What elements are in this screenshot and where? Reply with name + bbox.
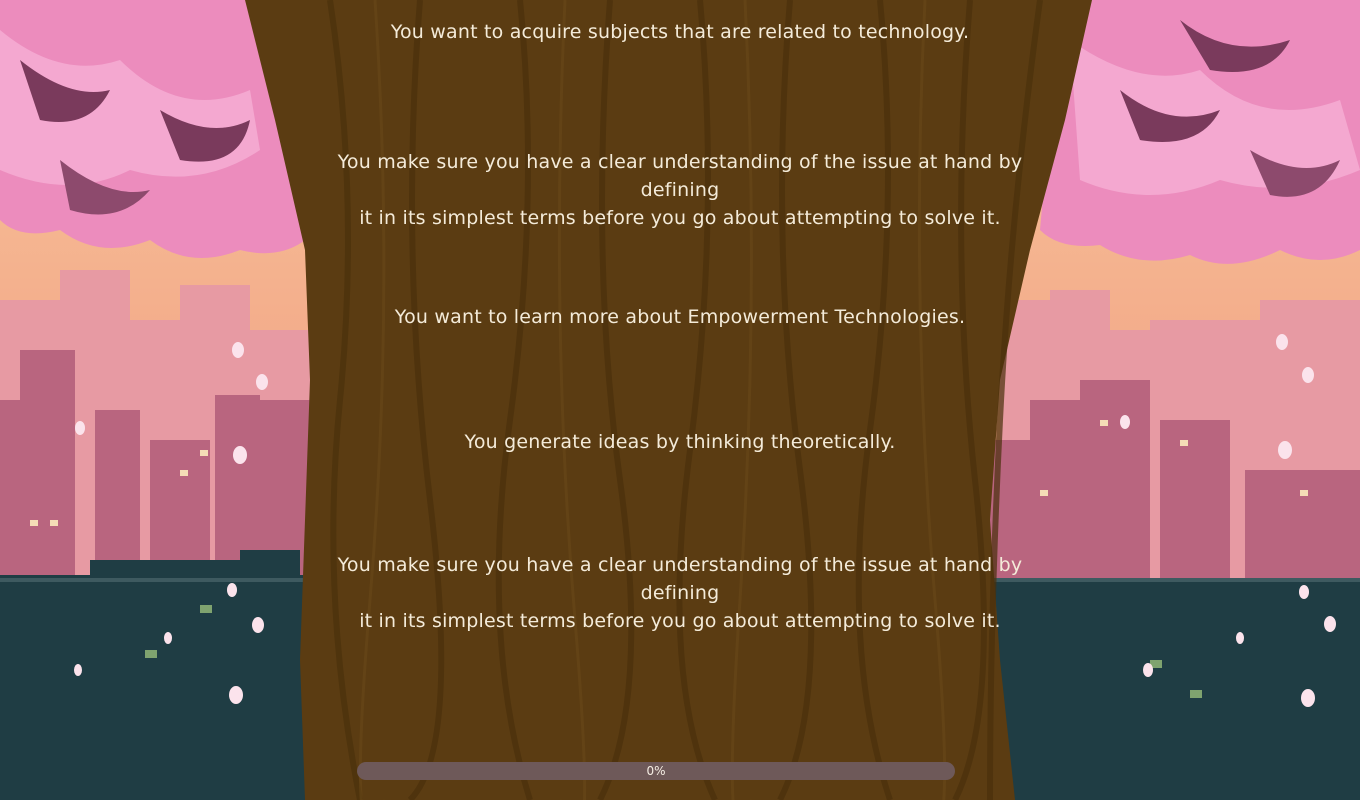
quiz-statement-list: You want to acquire subjects that are re… (300, 0, 1060, 800)
progress-bar: 0% (357, 762, 955, 780)
statement-text-line-1: You make sure you have a clear understan… (337, 554, 1023, 604)
statement-text-line-2: it in its simplest terms before you go a… (359, 207, 1001, 229)
statement-text: You generate ideas by thinking theoretic… (464, 431, 896, 453)
progress-percent-label: 0% (646, 764, 666, 778)
statement-text: You want to acquire subjects that are re… (390, 21, 970, 43)
statement-text-line-1: You make sure you have a clear understan… (337, 151, 1023, 201)
statement-option-4[interactable]: You generate ideas by thinking theoretic… (300, 428, 1060, 456)
statement-option-5[interactable]: You make sure you have a clear understan… (300, 551, 1060, 635)
statement-text-line-2: it in its simplest terms before you go a… (359, 610, 1001, 632)
statement-option-3[interactable]: You want to learn more about Empowerment… (300, 303, 1060, 331)
statement-option-2[interactable]: You make sure you have a clear understan… (300, 148, 1060, 232)
statement-text: You want to learn more about Empowerment… (394, 306, 966, 328)
statement-option-1[interactable]: You want to acquire subjects that are re… (300, 18, 1060, 46)
